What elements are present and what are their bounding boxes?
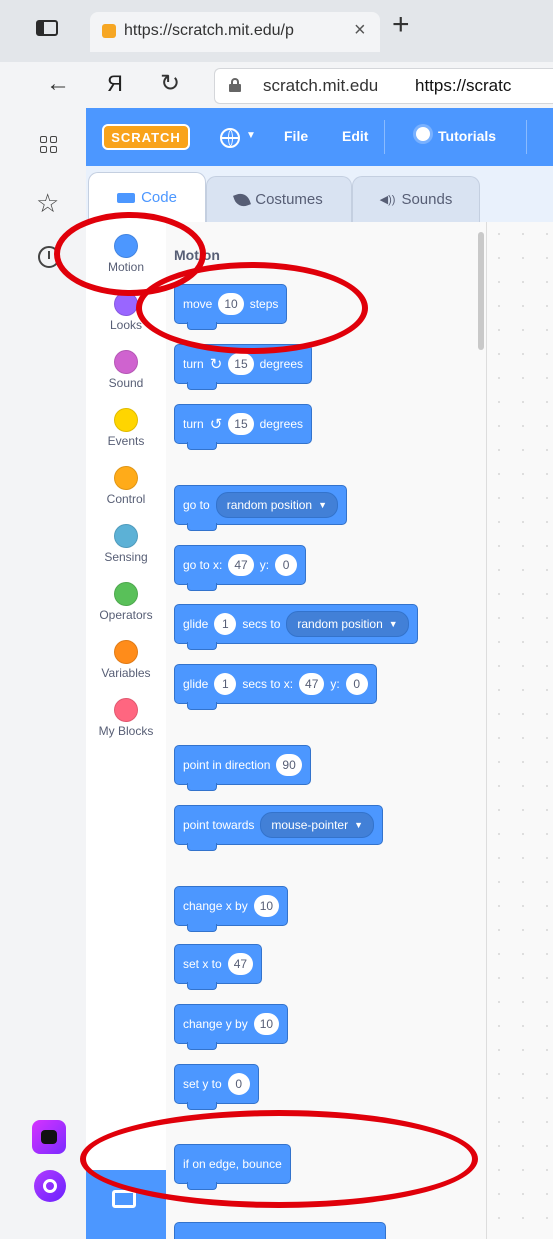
category-sensing[interactable]: Sensing	[86, 524, 166, 564]
category-sound[interactable]: Sound	[86, 350, 166, 390]
menu-divider	[526, 120, 527, 154]
change-x-input[interactable]: 10	[253, 895, 280, 917]
edit-menu[interactable]: Edit	[342, 128, 368, 144]
reload-button[interactable]: ↻	[160, 69, 180, 98]
block-move-steps[interactable]: move 10 steps	[174, 284, 288, 330]
set-x-input[interactable]: 47	[227, 953, 254, 975]
tabs-panel-icon[interactable]	[36, 20, 58, 36]
block-point-in-direction[interactable]: point in direction 90	[174, 745, 311, 791]
position-dropdown[interactable]: random position ▼	[215, 492, 339, 518]
scratch-menubar: SCRATCH ▼ File Edit Tutorials	[86, 108, 553, 166]
block-turn-left[interactable]: turn ↺ 15 degrees	[174, 404, 312, 450]
block-categories: Motion Looks Sound Events Control Sensin…	[86, 222, 167, 1239]
sensing-dot	[114, 524, 138, 548]
chevron-down-icon: ▼	[318, 500, 328, 510]
my-blocks-dot	[114, 698, 138, 722]
block-set-x[interactable]: set x to 47	[174, 944, 263, 990]
browser-tab[interactable]: https://scratch.mit.edu/p ×	[90, 12, 380, 52]
tutorials-button[interactable]: Tutorials	[438, 128, 496, 144]
code-workspace[interactable]	[487, 222, 553, 1239]
sound-dot	[114, 350, 138, 374]
block-change-x[interactable]: change x by 10	[174, 886, 289, 932]
tab-close-icon[interactable]: ×	[354, 19, 366, 42]
degrees-input[interactable]: 15	[228, 353, 254, 375]
block-change-y[interactable]: change y by 10	[174, 1004, 289, 1050]
menu-divider	[384, 120, 385, 154]
change-y-input[interactable]: 10	[253, 1013, 280, 1035]
language-globe-icon[interactable]	[220, 128, 240, 148]
motion-dot	[114, 234, 138, 258]
steps-input[interactable]: 10	[218, 293, 244, 315]
y-input[interactable]: 0	[345, 673, 368, 695]
extension-button[interactable]	[86, 1170, 166, 1239]
category-variables[interactable]: Variables	[86, 640, 166, 680]
secs-input[interactable]: 1	[214, 673, 237, 695]
block-go-to[interactable]: go to random position ▼	[174, 485, 348, 531]
scratch-logo[interactable]: SCRATCH	[102, 124, 190, 150]
category-events[interactable]: Events	[86, 408, 166, 448]
category-operators[interactable]: Operators	[86, 582, 166, 622]
variables-dot	[114, 640, 138, 664]
operators-dot	[114, 582, 138, 606]
category-control[interactable]: Control	[86, 466, 166, 506]
browser-side-panel: ☆	[0, 108, 86, 1239]
chevron-down-icon: ▼	[388, 619, 398, 629]
x-input[interactable]: 47	[299, 673, 325, 695]
chevron-down-icon: ▼	[246, 130, 256, 141]
block-point-towards[interactable]: point towards mouse-pointer ▼	[174, 805, 384, 851]
rotate-left-icon: ↺	[209, 416, 223, 433]
set-y-input[interactable]: 0	[227, 1073, 250, 1095]
tutorials-lightbulb-icon	[416, 127, 430, 141]
y-input[interactable]: 0	[275, 554, 298, 576]
tab-code[interactable]: Code	[88, 172, 206, 222]
code-icon	[117, 192, 136, 203]
target-dropdown[interactable]: mouse-pointer ▼	[260, 812, 375, 838]
block-if-on-edge-bounce[interactable]: if on edge, bounce	[174, 1144, 291, 1190]
speaker-icon: ◀))	[379, 194, 396, 206]
rotate-right-icon: ↻	[209, 356, 223, 373]
block-turn-right[interactable]: turn ↻ 15 degrees	[174, 344, 312, 390]
history-clock-icon[interactable]	[38, 246, 60, 268]
alice-app-icon[interactable]	[32, 1120, 66, 1154]
direction-input[interactable]: 90	[276, 754, 302, 776]
brush-icon	[233, 190, 252, 209]
url-domain: scratch.mit.edu	[263, 76, 379, 95]
secs-input[interactable]: 1	[214, 613, 237, 635]
tab-title: https://scratch.mit.edu/p	[124, 22, 294, 39]
palette-scrollbar[interactable]	[478, 232, 484, 350]
x-input[interactable]: 47	[228, 554, 254, 576]
next-block-partial[interactable]	[174, 1222, 386, 1239]
position-dropdown[interactable]: random position ▼	[286, 611, 409, 637]
tab-sounds[interactable]: ◀)) Sounds	[352, 176, 480, 222]
add-extension-icon	[112, 1190, 136, 1208]
yandex-logo[interactable]: Я	[107, 71, 123, 97]
control-dot	[114, 466, 138, 490]
new-tab-button[interactable]: +	[392, 8, 410, 42]
category-my-blocks[interactable]: My Blocks	[86, 698, 166, 738]
file-menu[interactable]: File	[284, 128, 308, 144]
block-glide-to[interactable]: glide 1 secs to random position ▼	[174, 604, 418, 650]
back-button[interactable]: ←	[46, 70, 70, 98]
lock-icon	[229, 78, 241, 92]
block-glide-xy[interactable]: glide 1 secs to x: 47 y: 0	[174, 664, 377, 710]
events-dot	[114, 408, 138, 432]
browser-address-bar: ← Я ↻ scratch.mit.edu https://scratc	[0, 62, 553, 109]
alice-assistant-icon[interactable]	[34, 1170, 66, 1202]
star-bookmarks-icon[interactable]: ☆	[36, 188, 59, 219]
block-set-y[interactable]: set y to 0	[174, 1064, 259, 1110]
grid-apps-icon[interactable]	[40, 136, 58, 154]
block-go-to-xy[interactable]: go to x: 47 y: 0	[174, 545, 307, 591]
degrees-input[interactable]: 15	[228, 413, 254, 435]
looks-dot	[114, 292, 138, 316]
chevron-down-icon: ▼	[354, 820, 364, 830]
palette-heading: Motion	[174, 247, 220, 263]
browser-tab-strip: https://scratch.mit.edu/p × +	[0, 0, 553, 62]
url-text: https://scratc	[415, 76, 512, 95]
category-motion[interactable]: Motion	[86, 234, 166, 274]
url-field[interactable]: scratch.mit.edu https://scratc	[214, 68, 553, 104]
tab-costumes[interactable]: Costumes	[206, 176, 352, 222]
category-looks[interactable]: Looks	[86, 292, 166, 332]
scratch-favicon	[102, 24, 116, 38]
